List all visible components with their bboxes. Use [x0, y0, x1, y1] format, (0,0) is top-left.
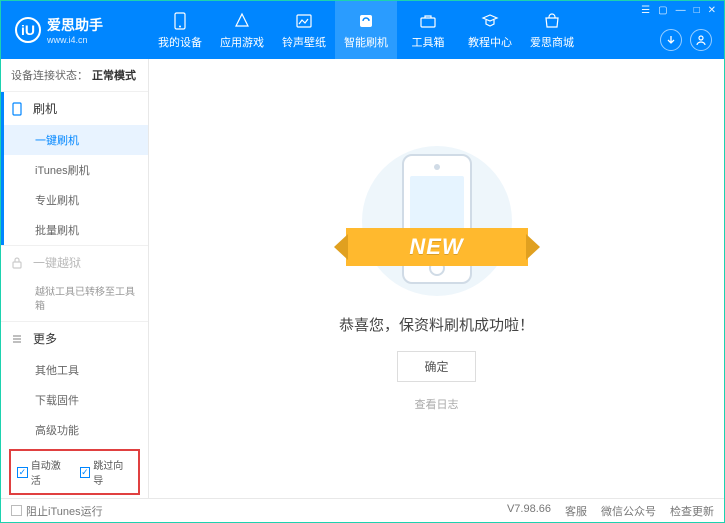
logo: iU 爱思助手 www.i4.cn — [1, 15, 149, 45]
section-title: 更多 — [33, 330, 57, 347]
check-icon: ✓ — [17, 467, 28, 478]
sidebar-item-other-tools[interactable]: 其他工具 — [1, 355, 148, 385]
flash-icon — [356, 11, 376, 31]
status-value: 正常模式 — [92, 67, 136, 83]
nav-label: 我的设备 — [158, 34, 202, 50]
nav-flash[interactable]: 智能刷机 — [335, 1, 397, 59]
sidebar-item-pro-flash[interactable]: 专业刷机 — [1, 185, 148, 215]
minimize-icon[interactable]: — — [676, 5, 686, 16]
nav-ringtone[interactable]: 铃声壁纸 — [273, 1, 335, 59]
sidebar-section-flash[interactable]: 刷机 — [1, 92, 148, 125]
sidebar-item-batch-flash[interactable]: 批量刷机 — [1, 215, 148, 245]
support-link[interactable]: 客服 — [565, 503, 587, 519]
nav-label: 教程中心 — [468, 34, 512, 50]
wallpaper-icon — [294, 11, 314, 31]
checkbox-label: 跳过向导 — [93, 457, 132, 487]
phone-icon — [170, 11, 190, 31]
section-title: 一键越狱 — [33, 254, 81, 271]
nav-apps[interactable]: 应用游戏 — [211, 1, 273, 59]
nav-label: 爱思商城 — [530, 34, 574, 50]
app-title: 爱思助手 — [47, 15, 103, 35]
app-url: www.i4.cn — [47, 35, 103, 45]
nav-label: 智能刷机 — [344, 34, 388, 50]
logo-icon: iU — [15, 17, 41, 43]
store-icon — [542, 11, 562, 31]
connection-status: 设备连接状态： 正常模式 — [1, 59, 148, 91]
download-button[interactable] — [660, 29, 682, 51]
nav-my-device[interactable]: 我的设备 — [149, 1, 211, 59]
app-header: iU 爱思助手 www.i4.cn 我的设备 应用游戏 铃声壁纸 智能刷机 工具… — [1, 1, 724, 59]
check-icon: ✓ — [80, 467, 91, 478]
main-nav: 我的设备 应用游戏 铃声壁纸 智能刷机 工具箱 教程中心 爱思商城 — [149, 1, 583, 59]
main-content: NEW 恭喜您，保资料刷机成功啦！ 确定 查看日志 — [149, 59, 724, 498]
checkbox-block-itunes[interactable]: 阻止iTunes运行 — [11, 503, 103, 519]
checkbox-skip-guide[interactable]: ✓ 跳过向导 — [80, 457, 133, 487]
status-label: 设备连接状态： — [11, 67, 88, 83]
ribbon-text: NEW — [409, 234, 463, 260]
phone-icon — [11, 102, 25, 116]
more-icon — [11, 333, 25, 345]
wechat-link[interactable]: 微信公众号 — [601, 503, 656, 519]
sidebar-section-more[interactable]: 更多 — [1, 322, 148, 355]
sidebar-item-oneclick-flash[interactable]: 一键刷机 — [1, 125, 148, 155]
nav-label: 工具箱 — [412, 34, 445, 50]
window-controls: ☰ ▢ — □ ✕ — [641, 1, 716, 16]
nav-store[interactable]: 爱思商城 — [521, 1, 583, 59]
view-log-link[interactable]: 查看日志 — [415, 396, 459, 412]
lock-icon[interactable]: ▢ — [658, 5, 667, 16]
user-button[interactable] — [690, 29, 712, 51]
checkbox-label: 阻止iTunes运行 — [26, 503, 103, 519]
sidebar: 设备连接状态： 正常模式 刷机 一键刷机 iTunes刷机 专业刷机 批量刷机 … — [1, 59, 149, 498]
status-bar: 阻止iTunes运行 V7.98.66 客服 微信公众号 检查更新 — [1, 498, 724, 522]
nav-label: 铃声壁纸 — [282, 34, 326, 50]
checkbox-label: 自动激活 — [31, 457, 70, 487]
close-icon[interactable]: ✕ — [708, 5, 716, 16]
checkbox-auto-activate[interactable]: ✓ 自动激活 — [17, 457, 70, 487]
success-message: 恭喜您，保资料刷机成功啦！ — [339, 314, 534, 335]
check-update-link[interactable]: 检查更新 — [670, 503, 714, 519]
jailbreak-notice: 越狱工具已转移至工具箱 — [1, 279, 148, 321]
tutorial-icon — [480, 11, 500, 31]
toolbox-icon — [418, 11, 438, 31]
nav-label: 应用游戏 — [220, 34, 264, 50]
lock-icon — [11, 256, 25, 270]
maximize-icon[interactable]: □ — [694, 5, 700, 16]
nav-toolbox[interactable]: 工具箱 — [397, 1, 459, 59]
version-label: V7.98.66 — [507, 503, 551, 519]
nav-tutorial[interactable]: 教程中心 — [459, 1, 521, 59]
success-illustration: NEW — [352, 146, 522, 296]
sidebar-item-itunes-flash[interactable]: iTunes刷机 — [1, 155, 148, 185]
ok-button[interactable]: 确定 — [397, 351, 475, 382]
checkbox-icon — [11, 505, 22, 516]
menu-icon[interactable]: ☰ — [641, 5, 650, 16]
section-title: 刷机 — [33, 100, 57, 117]
sidebar-item-advanced[interactable]: 高级功能 — [1, 415, 148, 445]
apps-icon — [232, 11, 252, 31]
options-highlight: ✓ 自动激活 ✓ 跳过向导 — [9, 449, 140, 495]
sidebar-item-download-firmware[interactable]: 下载固件 — [1, 385, 148, 415]
sidebar-section-jailbreak[interactable]: 一键越狱 — [1, 246, 148, 279]
